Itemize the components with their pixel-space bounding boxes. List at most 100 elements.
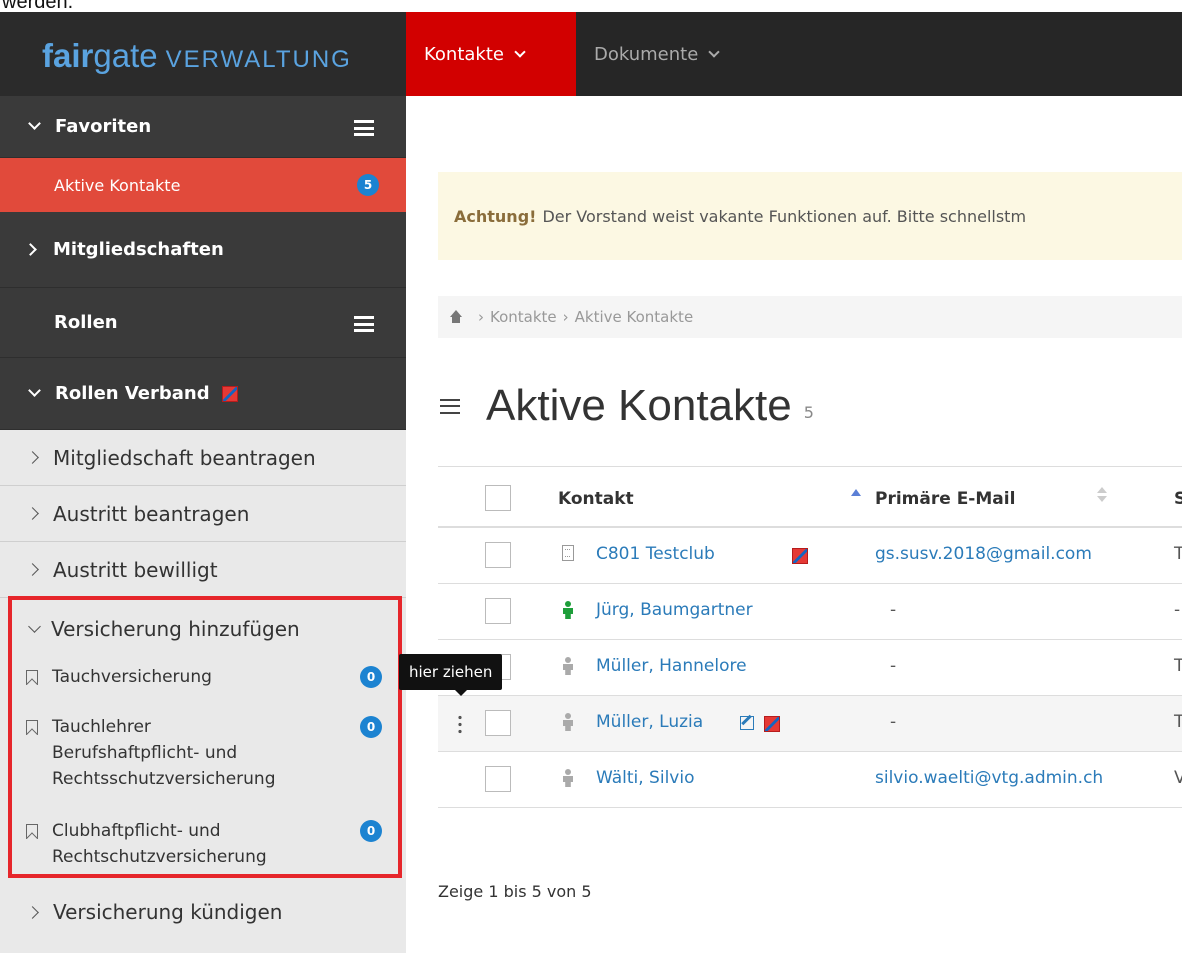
bookmark-icon[interactable] (26, 720, 38, 735)
sidebar-item-aktive-kontakte[interactable]: Aktive Kontakte 5 (0, 158, 406, 212)
table-row[interactable]: Jürg, Baumgartner - - (438, 584, 1182, 640)
federation-flag-icon (792, 548, 808, 564)
item-label-line1: Clubhaftpflicht- und (52, 821, 221, 841)
nav-kontakte[interactable]: Kontakte (406, 12, 576, 96)
breadcrumb-kontakte[interactable]: Kontakte (490, 308, 557, 326)
logo-suffix: VERWALTUNG (165, 46, 352, 73)
contact-name-link[interactable]: Jürg, Baumgartner (596, 600, 753, 620)
drag-handle-icon[interactable] (458, 714, 462, 734)
count-badge: 0 (360, 820, 382, 842)
breadcrumb-aktive-kontakte: Aktive Kontakte (574, 308, 694, 326)
email-empty: - (890, 656, 897, 676)
sidebar-item-versicherung-kuendigen[interactable]: Versicherung kündigen (0, 884, 406, 940)
table-row[interactable]: Müller, Luzia - T (438, 696, 1182, 752)
email-link[interactable]: silvio.waelti@vtg.admin.ch (875, 768, 1103, 788)
federation-flag-icon (764, 716, 780, 732)
sidebar-group-versicherung-hinzufuegen[interactable]: Versicherung hinzufügen (28, 604, 300, 654)
breadcrumb-separator: › (562, 308, 569, 326)
person-icon (562, 713, 574, 731)
chevron-down-icon (28, 384, 41, 397)
drag-tooltip: hier ziehen (399, 654, 503, 696)
chevron-right-icon (26, 451, 39, 464)
hamburger-menu-icon[interactable] (354, 120, 374, 136)
mitgliedschaften-label: Mitgliedschaften (53, 239, 224, 260)
cell-cut: T (1174, 544, 1182, 564)
nav-dokumente[interactable]: Dokumente (576, 12, 776, 96)
alert-strong: Achtung! (454, 206, 537, 226)
hamburger-menu-icon[interactable] (440, 398, 460, 414)
chevron-down-icon (514, 45, 526, 58)
table-header: Kontakt Primäre E-Mail S (438, 466, 1182, 528)
table-row[interactable]: Müller, Hannelore - T (438, 640, 1182, 696)
rollen-verband-label: Rollen Verband (55, 383, 210, 404)
table-row[interactable]: C801 Testclub gs.susv.2018@gmail.com T (438, 528, 1182, 584)
email-empty: - (890, 712, 897, 732)
chevron-right-icon (26, 905, 39, 919)
sidebar-section-rollen[interactable]: Rollen (0, 288, 406, 358)
home-icon[interactable] (448, 310, 464, 324)
edit-icon[interactable] (740, 716, 754, 730)
row-checkbox[interactable] (485, 598, 511, 624)
nav-dokumente-label: Dokumente (594, 43, 699, 65)
sort-ascending-icon[interactable] (851, 489, 861, 496)
chevron-down-icon (28, 117, 41, 130)
sidebar-item-tauchlehrer[interactable]: Tauchlehrer Berufshaftpflicht- und Recht… (26, 714, 276, 792)
item-label: Versicherung kündigen (53, 900, 283, 924)
cell-cut: T (1174, 656, 1182, 676)
logo-gate: gate (93, 37, 158, 74)
row-checkbox[interactable] (485, 542, 511, 568)
aktive-kontakte-label: Aktive Kontakte (54, 175, 181, 195)
page-header: Aktive Kontakte 5 (432, 376, 814, 436)
row-checkbox[interactable] (485, 710, 511, 736)
contact-name-link[interactable]: C801 Testclub (596, 544, 715, 564)
row-checkbox[interactable] (485, 766, 511, 792)
chevron-down-icon (28, 619, 41, 633)
sidebar-section-mitgliedschaften[interactable]: Mitgliedschaften (0, 212, 406, 288)
sidebar-section-rollen-verband[interactable]: Rollen Verband (0, 358, 406, 430)
select-all-checkbox[interactable] (485, 485, 511, 511)
sidebar-item-mitgliedschaft-beantragen[interactable]: Mitgliedschaft beantragen (0, 430, 406, 486)
bookmark-icon[interactable] (26, 670, 38, 685)
nav-kontakte-label: Kontakte (424, 43, 504, 65)
hamburger-menu-icon[interactable] (354, 316, 374, 332)
item-label: Austritt bewilligt (53, 557, 218, 582)
column-header-email[interactable]: Primäre E-Mail (875, 489, 1015, 509)
breadcrumb-separator: › (478, 308, 484, 326)
page-title: Aktive Kontakte (486, 381, 792, 430)
item-label-line3: Rechtsschutzversicherung (52, 769, 276, 789)
table-row[interactable]: Wälti, Silvio silvio.waelti@vtg.admin.ch… (438, 752, 1182, 808)
count-badge: 0 (360, 716, 382, 738)
sidebar-section-favoriten[interactable]: Favoriten (0, 96, 406, 158)
sidebar-item-tauchversicherung[interactable]: Tauchversicherung (26, 664, 212, 690)
sidebar-item-austritt-bewilligt[interactable]: Austritt bewilligt (0, 542, 406, 598)
page-title-count: 5 (803, 402, 814, 422)
contact-name-link[interactable]: Wälti, Silvio (596, 768, 694, 788)
cell-cut: V (1174, 768, 1182, 788)
table-info: Zeige 1 bis 5 von 5 (438, 882, 592, 901)
sort-icon[interactable] (1097, 487, 1107, 503)
person-icon (562, 769, 574, 787)
bookmark-icon[interactable] (26, 824, 38, 839)
item-label: Tauchversicherung (52, 667, 212, 687)
contact-name-link[interactable]: Müller, Hannelore (596, 656, 747, 676)
brand-logo[interactable]: fairgate VERWALTUNG (0, 12, 406, 96)
chevron-right-icon (26, 507, 39, 520)
top-navbar: fairgate VERWALTUNG Kontakte Dokumente (0, 12, 1182, 96)
sidebar-item-clubhaftpflicht[interactable]: Clubhaftpflicht- und Rechtschutzversiche… (26, 818, 267, 870)
email-link[interactable]: gs.susv.2018@gmail.com (875, 544, 1092, 564)
logo-fair: fair (42, 37, 94, 74)
item-label-line2: Rechtschutzversicherung (52, 847, 267, 867)
top-fragment-text: werden. (2, 0, 74, 12)
count-badge: 5 (357, 174, 379, 196)
column-header-cut[interactable]: S (1174, 489, 1182, 509)
top-text-fragment: werden. (0, 0, 1182, 12)
column-header-kontakt[interactable]: Kontakt (558, 489, 634, 509)
contact-name-link[interactable]: Müller, Luzia (596, 712, 703, 732)
favoriten-label: Favoriten (55, 116, 152, 137)
item-label: Austritt beantragen (53, 501, 250, 526)
federation-flag-icon (221, 385, 238, 402)
cell-cut: T (1174, 712, 1182, 732)
sidebar-item-austritt-beantragen[interactable]: Austritt beantragen (0, 486, 406, 542)
person-icon (562, 601, 574, 619)
alert-text: Der Vorstand weist vakante Funktionen au… (542, 206, 1027, 226)
